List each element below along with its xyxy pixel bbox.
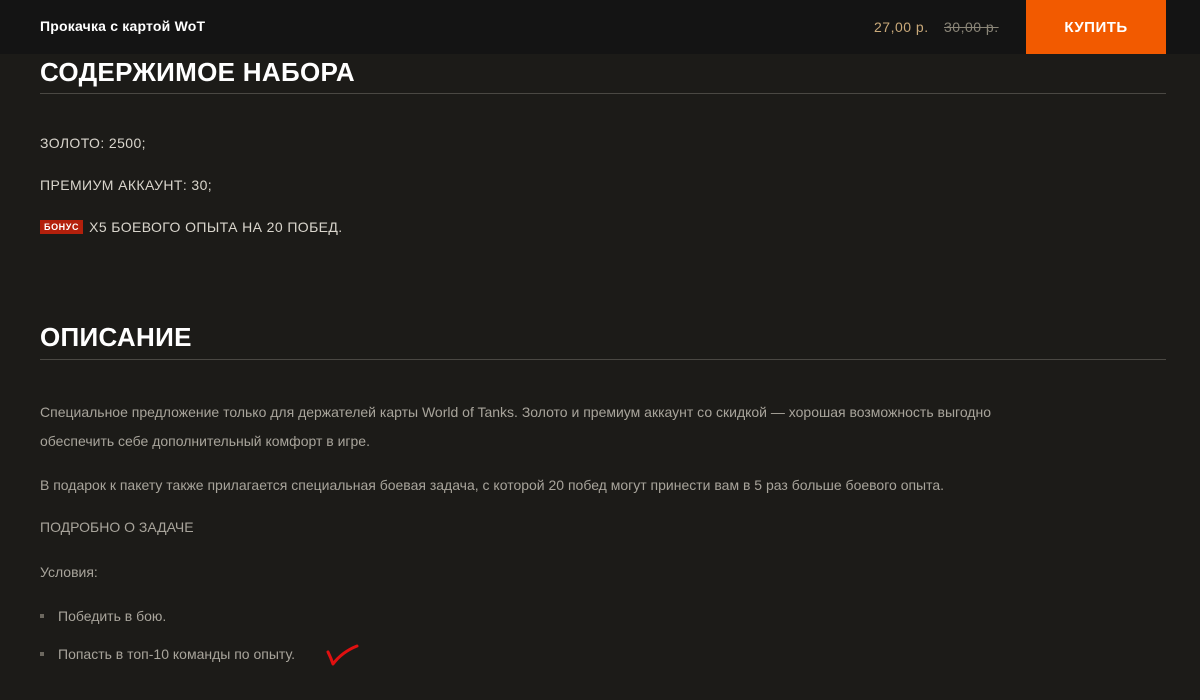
description-divider — [40, 359, 1166, 360]
contents-item-gold: ЗОЛОТО: 2500; — [40, 135, 146, 151]
condition-text: Попасть в топ-10 команды по опыту. — [58, 646, 295, 662]
price-current: 27,00 р. — [874, 19, 929, 35]
description-paragraph-2: В подарок к пакету также прилагается спе… — [40, 477, 945, 493]
description-paragraph-1: Специальное предложение только для держа… — [40, 404, 991, 449]
contents-divider — [40, 93, 1166, 94]
task-heading: ПОДРОБНО О ЗАДАЧЕ — [40, 519, 194, 535]
price-old: 30,00 р. — [944, 19, 999, 35]
condition-item: Попасть в топ-10 команды по опыту. — [40, 646, 295, 662]
checkmark-icon — [326, 644, 359, 666]
buy-button[interactable]: КУПИТЬ — [1026, 0, 1166, 54]
contents-item-premium: ПРЕМИУМ АККАУНТ: 30; — [40, 177, 213, 193]
contents-item-bonus: БОНУС Х5 БОЕВОГО ОПЫТА НА 20 ПОБЕД. — [40, 219, 343, 235]
description-title: ОПИСАНИЕ — [40, 322, 192, 352]
top-bar: Прокачка с картой WoT 27,00 р. 30,00 р. … — [0, 0, 1200, 54]
condition-item: Победить в бою. — [40, 608, 166, 624]
contents-title: СОДЕРЖИМОЕ НАБОРА — [40, 57, 355, 87]
cut-off-text — [40, 684, 44, 700]
bonus-text: Х5 БОЕВОГО ОПЫТА НА 20 ПОБЕД. — [89, 219, 343, 235]
bonus-badge: БОНУС — [40, 220, 84, 234]
product-title: Прокачка с картой WoT — [40, 18, 206, 34]
conditions-label: Условия: — [40, 564, 98, 580]
bullet-icon — [40, 614, 44, 618]
bullet-icon — [40, 652, 44, 656]
condition-text: Победить в бою. — [58, 608, 167, 624]
